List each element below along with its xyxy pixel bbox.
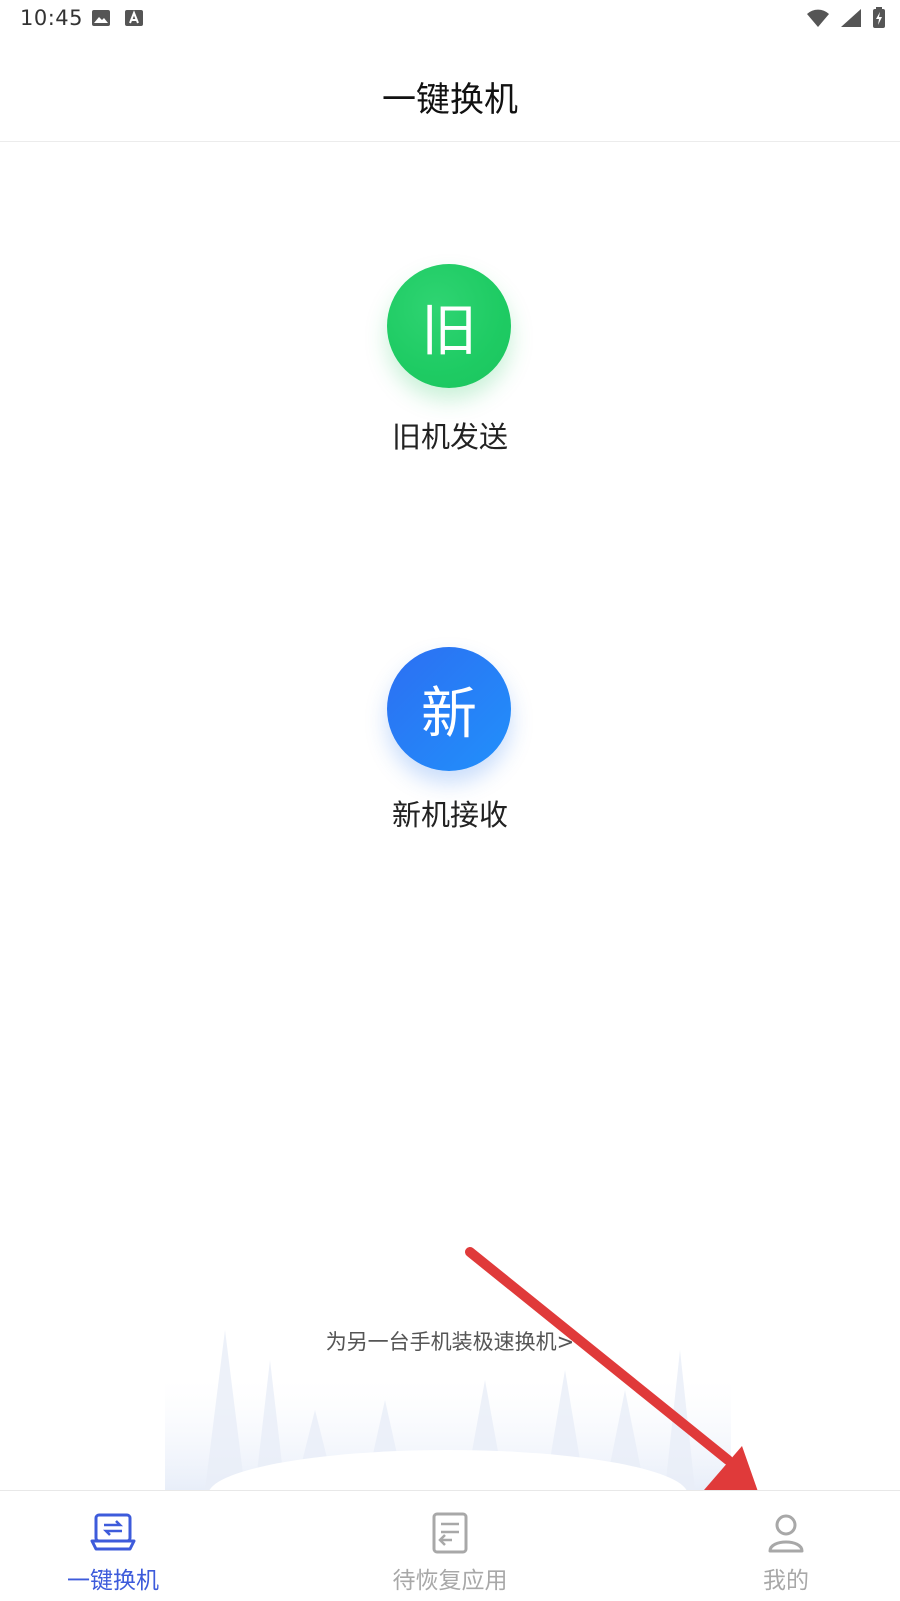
new-device-receive-label[interactable]: 新机接收	[0, 792, 900, 834]
background-scenery-illustration	[165, 1330, 731, 1490]
promo-install-link[interactable]: 为另一台手机装极速换机>	[0, 1326, 900, 1356]
tab-me-label: 我的	[763, 1568, 809, 1594]
tab-pending-restore-apps-label: 待恢复应用	[392, 1568, 508, 1594]
tab-one-key-switch-label: 一键换机	[67, 1568, 159, 1594]
status-right-icons	[806, 6, 886, 30]
new-device-receive-button[interactable]: 新	[387, 647, 511, 771]
new-device-icon-text: 新	[421, 681, 477, 747]
status-bar: 10:45	[0, 0, 900, 38]
title-bar: 一键换机	[0, 38, 900, 142]
wifi-icon	[807, 9, 829, 27]
page-title: 一键换机	[382, 80, 518, 120]
old-device-send-button[interactable]: 旧	[387, 264, 511, 388]
tab-pending-restore-apps[interactable]: 待恢复应用	[360, 1491, 540, 1601]
bottom-navigation: 一键换机 待恢复应用 我的	[0, 1490, 900, 1601]
tab-me[interactable]: 我的	[696, 1491, 876, 1601]
old-device-send-label[interactable]: 旧机发送	[0, 414, 900, 456]
tab-one-key-switch[interactable]: 一键换机	[23, 1491, 203, 1601]
user-icon	[768, 1514, 804, 1553]
battery-charging-icon	[873, 7, 885, 28]
restore-apps-icon	[432, 1512, 468, 1554]
image-icon	[92, 10, 110, 26]
a-notification-icon	[125, 10, 143, 26]
phone-transfer-icon	[90, 1513, 136, 1551]
status-time: 10:45	[20, 6, 84, 30]
old-device-icon-text: 旧	[421, 298, 477, 364]
signal-icon	[841, 9, 861, 27]
